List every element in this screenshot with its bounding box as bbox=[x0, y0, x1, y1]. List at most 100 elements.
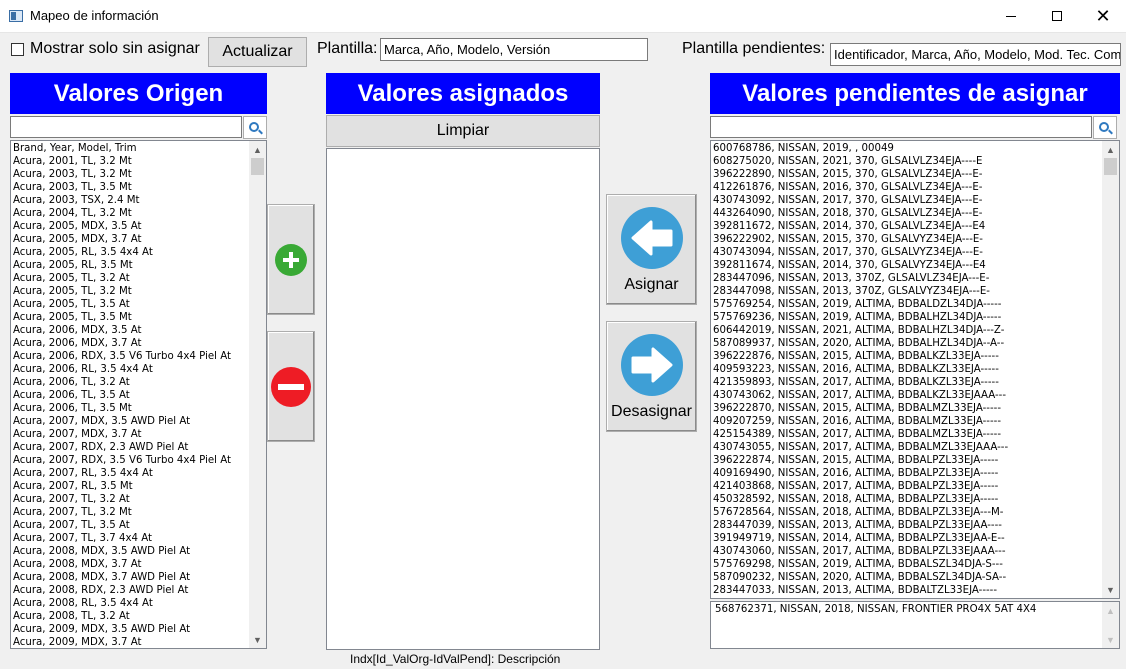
list-item[interactable]: 396222890, NISSAN, 2015, 370, GLSALVLZ34… bbox=[713, 168, 1101, 181]
list-item[interactable]: 392811674, NISSAN, 2014, 370, GLSALVYZ34… bbox=[713, 259, 1101, 272]
list-item[interactable]: Acura, 2008, RDX, 2.3 AWD Piel At bbox=[13, 584, 248, 597]
list-item[interactable]: 430743060, NISSAN, 2017, ALTIMA, BDBALPZ… bbox=[713, 545, 1101, 558]
detail-scrollbar[interactable]: ▲ ▼ bbox=[1102, 602, 1119, 648]
list-item[interactable]: Acura, 2008, RL, 3.5 4x4 At bbox=[13, 597, 248, 610]
checkbox-box[interactable] bbox=[11, 42, 24, 56]
list-item[interactable]: 430743094, NISSAN, 2017, 370, GLSALVYZ34… bbox=[713, 246, 1101, 259]
list-item[interactable]: Acura, 2007, MDX, 3.7 At bbox=[13, 428, 248, 441]
list-item[interactable]: 576728564, NISSAN, 2018, ALTIMA, BDBALPZ… bbox=[713, 506, 1101, 519]
list-item[interactable]: 396222902, NISSAN, 2015, 370, GLSALVYZ34… bbox=[713, 233, 1101, 246]
list-item[interactable]: 396222874, NISSAN, 2015, ALTIMA, BDBALPZ… bbox=[713, 454, 1101, 467]
list-item[interactable]: Acura, 2006, MDX, 3.7 At bbox=[13, 337, 248, 350]
pending-values-list[interactable]: 600768786, NISSAN, 2019, , 00049 60827502… bbox=[710, 140, 1120, 599]
unassign-button[interactable]: Desasignar bbox=[606, 321, 697, 432]
list-item[interactable]: Acura, 2009, MDX, 3.5 AWD Piel At bbox=[13, 623, 248, 636]
list-item[interactable]: 587090232, NISSAN, 2020, ALTIMA, BDBALSZ… bbox=[713, 571, 1101, 584]
list-item[interactable]: 392811672, NISSAN, 2014, 370, GLSALVLZ34… bbox=[713, 220, 1101, 233]
list-item[interactable]: Acura, 2006, RL, 3.5 4x4 At bbox=[13, 363, 248, 376]
list-item[interactable]: 412261876, NISSAN, 2016, 370, GLSALVLZ34… bbox=[713, 181, 1101, 194]
list-item[interactable]: Acura, 2009, MDX, 3.7 At bbox=[13, 636, 248, 648]
assigned-values-list[interactable] bbox=[326, 148, 600, 650]
list-item[interactable]: 283447033, NISSAN, 2013, ALTIMA, BDBALTZ… bbox=[713, 584, 1101, 597]
scroll-down-icon[interactable]: ▼ bbox=[249, 631, 266, 648]
list-item[interactable]: Acura, 2006, TL, 3.5 Mt bbox=[13, 402, 248, 415]
list-item[interactable]: 430743062, NISSAN, 2017, ALTIMA, BDBALKZ… bbox=[713, 389, 1101, 402]
add-button[interactable] bbox=[267, 204, 315, 315]
list-item[interactable]: Acura, 2007, RL, 3.5 4x4 At bbox=[13, 467, 248, 480]
list-item[interactable]: 430743092, NISSAN, 2017, 370, GLSALVLZ34… bbox=[713, 194, 1101, 207]
scroll-thumb[interactable] bbox=[1104, 158, 1117, 175]
list-item[interactable]: Acura, 2003, TL, 3.5 Mt bbox=[13, 181, 248, 194]
scroll-down-icon[interactable]: ▼ bbox=[1102, 581, 1119, 598]
origin-values-list[interactable]: Brand, Year, Model, Trim Acura, 2001, TL,… bbox=[10, 140, 267, 649]
list-item[interactable]: 575769236, NISSAN, 2019, ALTIMA, BDBALHZ… bbox=[713, 311, 1101, 324]
pending-search-input[interactable] bbox=[710, 116, 1092, 138]
list-item[interactable]: Brand, Year, Model, Trim bbox=[13, 142, 248, 155]
list-item[interactable]: 575769298, NISSAN, 2019, ALTIMA, BDBALSZ… bbox=[713, 558, 1101, 571]
origin-search-input[interactable] bbox=[10, 116, 242, 138]
list-item[interactable]: 409593223, NISSAN, 2016, ALTIMA, BDBALKZ… bbox=[713, 363, 1101, 376]
pending-list-scrollbar[interactable]: ▲ ▼ bbox=[1102, 141, 1119, 598]
scroll-up-icon[interactable]: ▲ bbox=[249, 141, 266, 158]
list-item[interactable]: Acura, 2006, TL, 3.5 At bbox=[13, 389, 248, 402]
list-item[interactable]: Acura, 2005, TL, 3.2 Mt bbox=[13, 285, 248, 298]
list-item[interactable]: 430743055, NISSAN, 2017, ALTIMA, BDBALMZ… bbox=[713, 441, 1101, 454]
list-item[interactable]: 425154389, NISSAN, 2017, ALTIMA, BDBALMZ… bbox=[713, 428, 1101, 441]
list-item[interactable]: Acura, 2008, MDX, 3.5 AWD Piel At bbox=[13, 545, 248, 558]
list-item[interactable]: Acura, 2005, MDX, 3.5 At bbox=[13, 220, 248, 233]
list-item[interactable]: Acura, 2007, MDX, 3.5 AWD Piel At bbox=[13, 415, 248, 428]
update-button[interactable]: Actualizar bbox=[208, 37, 307, 67]
list-item[interactable]: 421359893, NISSAN, 2017, ALTIMA, BDBALKZ… bbox=[713, 376, 1101, 389]
clear-button[interactable]: Limpiar bbox=[326, 115, 600, 147]
list-item[interactable]: 283447096, NISSAN, 2013, 370Z, GLSALVLZ3… bbox=[713, 272, 1101, 285]
minimize-button[interactable] bbox=[988, 0, 1034, 32]
list-item[interactable]: 587089937, NISSAN, 2020, ALTIMA, BDBALHZ… bbox=[713, 337, 1101, 350]
list-item[interactable]: Acura, 2005, RL, 3.5 Mt bbox=[13, 259, 248, 272]
list-item[interactable]: 409169490, NISSAN, 2016, ALTIMA, BDBALPZ… bbox=[713, 467, 1101, 480]
list-item[interactable]: 409207259, NISSAN, 2016, ALTIMA, BDBALMZ… bbox=[713, 415, 1101, 428]
list-item[interactable]: Acura, 2007, RL, 3.5 Mt bbox=[13, 480, 248, 493]
pending-search-button[interactable] bbox=[1093, 116, 1117, 139]
pending-template-field[interactable]: Identificador, Marca, Año, Modelo, Mod. … bbox=[830, 43, 1121, 66]
list-item[interactable]: 396222870, NISSAN, 2015, ALTIMA, BDBALMZ… bbox=[713, 402, 1101, 415]
list-item[interactable]: 396222876, NISSAN, 2015, ALTIMA, BDBALKZ… bbox=[713, 350, 1101, 363]
list-item[interactable]: 608275020, NISSAN, 2021, 370, GLSALVLZ34… bbox=[713, 155, 1101, 168]
scroll-thumb[interactable] bbox=[251, 158, 264, 175]
list-item[interactable]: 283447039, NISSAN, 2013, ALTIMA, BDBALPZ… bbox=[713, 519, 1101, 532]
scroll-up-icon[interactable]: ▲ bbox=[1102, 602, 1119, 619]
list-item[interactable]: Acura, 2007, TL, 3.7 4x4 At bbox=[13, 532, 248, 545]
detail-textbox[interactable]: 568762371, NISSAN, 2018, NISSAN, FRONTIE… bbox=[710, 601, 1120, 649]
list-item[interactable]: Acura, 2007, TL, 3.5 At bbox=[13, 519, 248, 532]
list-item[interactable]: Acura, 2004, TL, 3.2 Mt bbox=[13, 207, 248, 220]
list-item[interactable]: Acura, 2007, RDX, 3.5 V6 Turbo 4x4 Piel … bbox=[13, 454, 248, 467]
list-item[interactable]: Acura, 2005, TL, 3.5 At bbox=[13, 298, 248, 311]
scroll-down-icon[interactable]: ▼ bbox=[1102, 631, 1119, 648]
list-item[interactable]: Acura, 2005, MDX, 3.7 At bbox=[13, 233, 248, 246]
list-item[interactable]: Acura, 2007, RDX, 2.3 AWD Piel At bbox=[13, 441, 248, 454]
list-item[interactable]: Acura, 2005, TL, 3.2 At bbox=[13, 272, 248, 285]
maximize-button[interactable] bbox=[1034, 0, 1080, 32]
list-item[interactable]: 421403868, NISSAN, 2017, ALTIMA, BDBALPZ… bbox=[713, 480, 1101, 493]
origin-search-button[interactable] bbox=[243, 116, 267, 139]
list-item[interactable]: Acura, 2008, TL, 3.2 At bbox=[13, 610, 248, 623]
close-button[interactable]: ✕ bbox=[1080, 0, 1126, 32]
origin-list-scrollbar[interactable]: ▲ ▼ bbox=[249, 141, 266, 648]
list-item[interactable]: Acura, 2007, TL, 3.2 Mt bbox=[13, 506, 248, 519]
list-item[interactable]: 283447098, NISSAN, 2013, 370Z, GLSALVYZ3… bbox=[713, 285, 1101, 298]
list-item[interactable]: 600768786, NISSAN, 2019, , 00049 bbox=[713, 142, 1101, 155]
list-item[interactable]: Acura, 2003, TL, 3.2 Mt bbox=[13, 168, 248, 181]
list-item[interactable]: 450328592, NISSAN, 2018, ALTIMA, BDBALPZ… bbox=[713, 493, 1101, 506]
only-unassigned-checkbox[interactable]: Mostrar solo sin asignar bbox=[11, 40, 200, 58]
remove-button[interactable] bbox=[267, 331, 315, 442]
list-item[interactable]: Acura, 2006, MDX, 3.5 At bbox=[13, 324, 248, 337]
list-item[interactable]: Acura, 2003, TSX, 2.4 Mt bbox=[13, 194, 248, 207]
list-item[interactable]: Acura, 2006, TL, 3.2 At bbox=[13, 376, 248, 389]
list-item[interactable]: Acura, 2006, RDX, 3.5 V6 Turbo 4x4 Piel … bbox=[13, 350, 248, 363]
list-item[interactable]: 575769254, NISSAN, 2019, ALTIMA, BDBALDZ… bbox=[713, 298, 1101, 311]
list-item[interactable]: Acura, 2001, TL, 3.2 Mt bbox=[13, 155, 248, 168]
list-item[interactable]: 391949719, NISSAN, 2014, ALTIMA, BDBALPZ… bbox=[713, 532, 1101, 545]
list-item[interactable]: 606442019, NISSAN, 2021, ALTIMA, BDBALHZ… bbox=[713, 324, 1101, 337]
template-field[interactable]: Marca, Año, Modelo, Versión bbox=[380, 38, 648, 61]
list-item[interactable]: Acura, 2007, TL, 3.2 At bbox=[13, 493, 248, 506]
list-item[interactable]: Acura, 2008, MDX, 3.7 AWD Piel At bbox=[13, 571, 248, 584]
